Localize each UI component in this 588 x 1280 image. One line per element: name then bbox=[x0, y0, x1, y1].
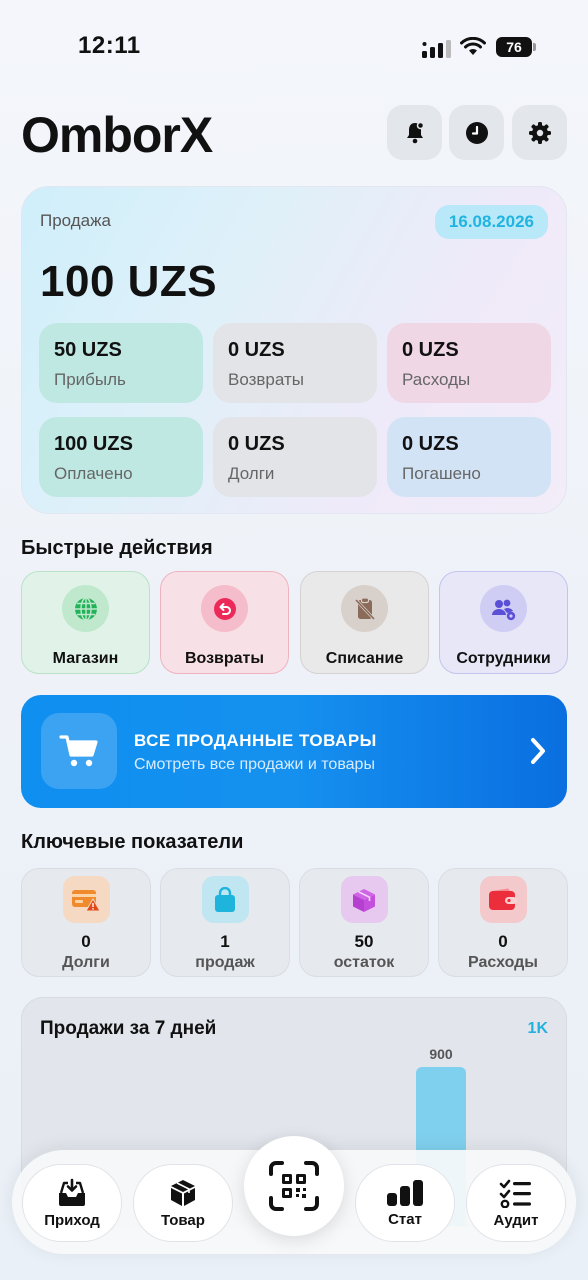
settings-button[interactable] bbox=[512, 105, 567, 160]
quick-action-returns[interactable]: Возвраты bbox=[160, 571, 289, 674]
metric-label: остаток bbox=[333, 954, 395, 971]
clipboard-off-icon bbox=[341, 585, 388, 632]
cart-icon bbox=[41, 713, 117, 789]
inbox-download-icon bbox=[59, 1178, 85, 1206]
app-title: OmborX bbox=[21, 107, 213, 163]
metric-debts[interactable]: 0 Долги bbox=[21, 868, 151, 977]
tile-value: 0 UZS bbox=[402, 433, 459, 455]
all-sold-items-banner[interactable]: ВСЕ ПРОДАННЫЕ ТОВАРЫ Смотреть все продаж… bbox=[21, 695, 567, 808]
metric-sales[interactable]: 1 продаж bbox=[160, 868, 290, 977]
quick-action-label: Списание bbox=[325, 650, 404, 667]
metric-stock[interactable]: 50 остаток bbox=[299, 868, 429, 977]
return-icon bbox=[201, 585, 248, 632]
chart-bar-label: 900 bbox=[429, 1046, 453, 1062]
tile-value: 100 UZS bbox=[54, 433, 133, 455]
wifi-icon bbox=[460, 37, 486, 55]
summary-label: Продажа bbox=[40, 211, 111, 230]
tile-value: 50 UZS bbox=[54, 339, 122, 361]
quick-action-label: Магазин bbox=[52, 650, 119, 667]
nav-label: Стат bbox=[388, 1210, 422, 1228]
tile-label: Расходы bbox=[402, 370, 471, 389]
metric-label: Долги bbox=[62, 954, 110, 971]
tile-label: Долги bbox=[228, 464, 275, 483]
clock-icon bbox=[465, 121, 488, 144]
metric-value: 1 bbox=[220, 932, 230, 951]
tile-label: Прибыль bbox=[54, 370, 126, 389]
tile-returns[interactable]: 0 UZS Возвраты bbox=[213, 323, 377, 403]
quick-action-label: Возвраты bbox=[184, 650, 265, 667]
scan-button[interactable] bbox=[244, 1136, 344, 1236]
tile-label: Погашено bbox=[402, 464, 481, 483]
checklist-icon bbox=[499, 1179, 531, 1208]
tile-label: Оплачено bbox=[54, 464, 133, 483]
tile-value: 0 UZS bbox=[402, 339, 459, 361]
nav-label: Аудит bbox=[493, 1211, 539, 1229]
wallet-icon bbox=[479, 876, 527, 923]
nav-stats[interactable]: Стат bbox=[355, 1164, 455, 1242]
users-gear-icon bbox=[480, 585, 527, 632]
date-badge[interactable]: 16.08.2026 bbox=[434, 205, 548, 239]
nav-income[interactable]: Приход bbox=[22, 1164, 122, 1242]
nav-label: Товар bbox=[161, 1211, 205, 1229]
metric-value: 50 bbox=[354, 932, 374, 951]
battery-level: 76 bbox=[496, 37, 532, 57]
box-icon bbox=[340, 876, 388, 923]
tile-value: 0 UZS bbox=[228, 433, 285, 455]
tile-repaid[interactable]: 0 UZS Погашено bbox=[387, 417, 551, 497]
history-button[interactable] bbox=[449, 105, 504, 160]
shopping-bag-icon bbox=[201, 876, 249, 923]
package-icon bbox=[171, 1179, 195, 1206]
nav-product[interactable]: Товар bbox=[133, 1164, 233, 1242]
tile-debts[interactable]: 0 UZS Долги bbox=[213, 417, 377, 497]
metric-value: 0 bbox=[498, 932, 508, 951]
globe-icon bbox=[62, 585, 109, 632]
metric-expenses[interactable]: 0 Расходы bbox=[438, 868, 568, 977]
key-metrics-title: Ключевые показатели bbox=[21, 831, 244, 853]
tile-paid[interactable]: 100 UZS Оплачено bbox=[39, 417, 203, 497]
sales-summary-card: Продажа 16.08.2026 100 UZS 50 UZS Прибыл… bbox=[21, 186, 567, 514]
banner-subtitle: Смотреть все продажи и товары bbox=[134, 756, 375, 773]
tile-value: 0 UZS bbox=[228, 339, 285, 361]
quick-action-shop[interactable]: Магазин bbox=[21, 571, 150, 674]
tile-label: Возвраты bbox=[228, 370, 304, 389]
qr-scan-icon bbox=[269, 1161, 319, 1211]
card-warning-icon bbox=[62, 876, 110, 923]
battery-icon: 76 bbox=[496, 37, 536, 57]
bar-chart-icon bbox=[387, 1179, 423, 1206]
banner-title: ВСЕ ПРОДАННЫЕ ТОВАРЫ bbox=[134, 731, 377, 750]
quick-actions-title: Быстрые действия bbox=[21, 537, 213, 559]
metric-value: 0 bbox=[81, 932, 91, 951]
quick-action-employees[interactable]: Сотрудники bbox=[439, 571, 568, 674]
tile-profit[interactable]: 50 UZS Прибыль bbox=[39, 323, 203, 403]
chevron-right-icon bbox=[531, 738, 545, 764]
quick-action-writeoff[interactable]: Списание bbox=[300, 571, 429, 674]
gear-icon bbox=[528, 121, 551, 144]
nav-audit[interactable]: Аудит bbox=[466, 1164, 566, 1242]
notifications-button[interactable] bbox=[387, 105, 442, 160]
quick-action-label: Сотрудники bbox=[456, 650, 551, 667]
metric-label: Расходы bbox=[468, 954, 538, 971]
metric-label: продаж bbox=[195, 954, 255, 971]
status-time: 12:11 bbox=[78, 32, 141, 59]
tile-expenses[interactable]: 0 UZS Расходы bbox=[387, 323, 551, 403]
summary-total: 100 UZS bbox=[40, 257, 218, 306]
bell-icon bbox=[406, 121, 424, 143]
cellular-signal-icon bbox=[422, 40, 451, 58]
nav-label: Приход bbox=[44, 1211, 100, 1229]
